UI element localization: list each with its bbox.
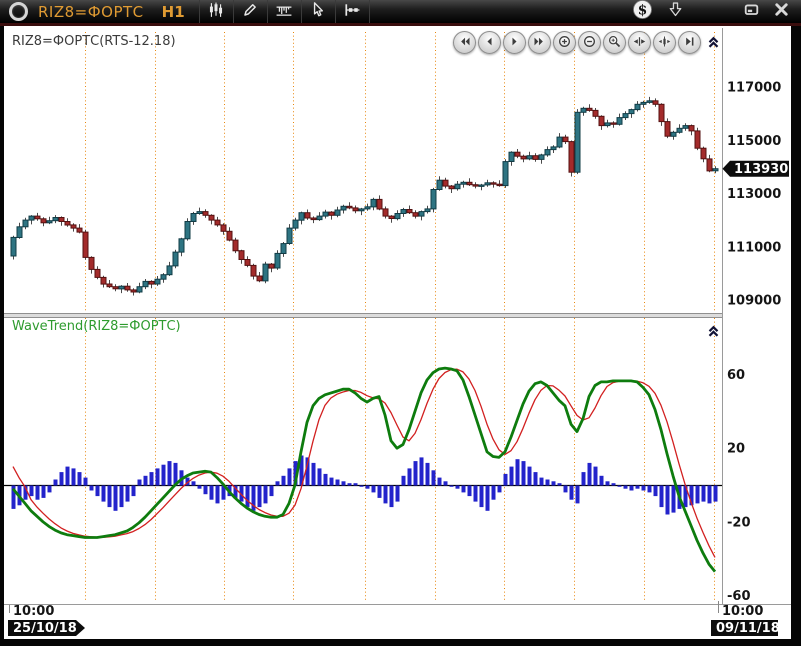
indicator-tick-label: 20: [727, 442, 745, 457]
compress-candles-button[interactable]: [653, 31, 676, 54]
indicators-button[interactable]: [267, 0, 301, 23]
draw-tools-button[interactable]: [233, 0, 267, 23]
forward-icon: [508, 33, 521, 52]
back-icon: [483, 33, 496, 52]
cursor-icon: [310, 2, 326, 22]
indicator-panel-label: WaveTrend(RIZ8=ФОРТС): [12, 319, 181, 334]
rewind-icon: [458, 33, 471, 52]
left-time-label: 10:00: [13, 604, 54, 619]
arrow-down-icon: [668, 2, 683, 21]
close-icon: [774, 2, 789, 21]
scroll-fast-right-button[interactable]: [528, 31, 551, 54]
ffwd-icon: [533, 33, 546, 52]
dollar-icon: $: [632, 0, 653, 24]
compress-candles-icon: [658, 33, 671, 52]
restore-window-button[interactable]: [744, 2, 759, 21]
chart-navigation-toolbar: [453, 31, 701, 54]
restore-icon: [744, 2, 759, 21]
current-price-value: 113930: [734, 162, 788, 177]
chart-area: 117000 115000 113000 111000 109000 113930 60 20…: [4, 26, 791, 639]
instrument-title: RIZ8=ФОРТС: [38, 3, 144, 21]
cursor-mode-button[interactable]: [301, 0, 335, 23]
scroll-right-button[interactable]: [503, 31, 526, 54]
price-tick-label: 109000: [727, 294, 781, 309]
pencil-icon: [242, 2, 258, 22]
trading-terminal-window: RIZ8=ФОРТС H1 $ 117000 115000 113000 111000…: [0, 0, 801, 646]
zoom-area-button[interactable]: [603, 31, 626, 54]
indicator-icon: [276, 2, 292, 22]
svg-text:$: $: [638, 2, 648, 18]
app-logo-ring-icon: [9, 2, 28, 21]
left-date-value: 25/10/18: [13, 621, 77, 636]
collapse-price-panel-button[interactable]: [704, 34, 722, 50]
compress-horizontal-button[interactable]: [628, 31, 651, 54]
currency-button[interactable]: $: [632, 0, 653, 24]
indicator-tick-label: 60: [727, 368, 745, 383]
levels-button[interactable]: [335, 0, 370, 23]
compress-h-icon: [633, 33, 646, 52]
download-button[interactable]: [668, 2, 683, 21]
zoom-out-icon: [583, 33, 596, 52]
price-tick-label: 111000: [727, 240, 781, 255]
close-window-button[interactable]: [774, 2, 789, 21]
zoom-in-button[interactable]: [553, 31, 576, 54]
titlebar-window-controls: $: [632, 0, 801, 24]
indicator-tick-label: -60: [727, 589, 751, 604]
go-to-end-button[interactable]: [678, 31, 701, 54]
skip-end-icon: [683, 33, 696, 52]
levels-icon: [344, 2, 360, 22]
candles-icon: [208, 2, 224, 22]
indicator-tick-label: -20: [727, 515, 751, 530]
scroll-fast-left-button[interactable]: [453, 31, 476, 54]
timeframe-label: H1: [162, 3, 185, 21]
magnifier-icon: [608, 33, 621, 52]
scroll-left-button[interactable]: [478, 31, 501, 54]
price-tick-label: 113000: [727, 187, 781, 202]
price-tick-label: 117000: [727, 81, 781, 96]
price-panel-label: RIZ8=ФОРТС(RTS-12.18): [12, 34, 176, 49]
collapse-indicator-panel-button[interactable]: [704, 323, 722, 339]
right-time-label: 10:00: [722, 604, 763, 619]
price-tick-label: 115000: [727, 134, 781, 149]
right-date-value: 09/11/18: [716, 621, 780, 636]
title-bar: RIZ8=ФОРТС H1 $: [0, 0, 801, 26]
titlebar-toolbar: [199, 0, 370, 23]
zoom-in-icon: [558, 33, 571, 52]
chart-type-candles-button[interactable]: [199, 0, 233, 23]
zoom-out-button[interactable]: [578, 31, 601, 54]
